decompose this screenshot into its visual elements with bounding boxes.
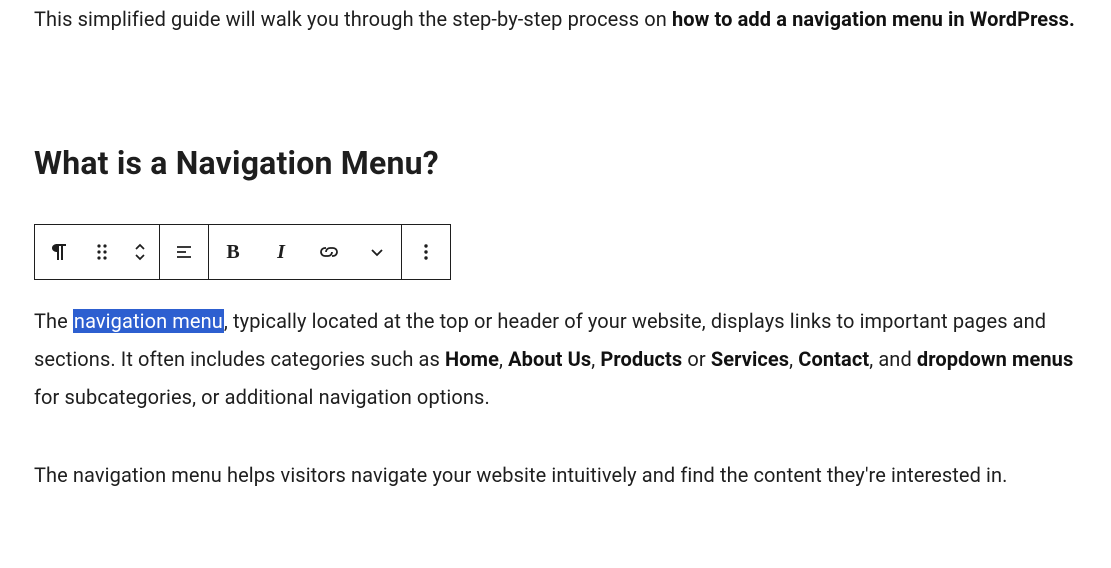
toolbar-group-options — [401, 225, 450, 279]
p1-b1: Home — [445, 347, 499, 371]
p1-t5: or — [682, 347, 711, 371]
p1-b2: About Us — [508, 347, 591, 371]
followup-paragraph: The navigation menu helps visitors navig… — [34, 456, 1077, 494]
p1-t8: for subcategories, or additional navigat… — [34, 385, 490, 409]
chevron-down-icon — [365, 240, 389, 264]
italic-button[interactable]: I — [257, 225, 305, 279]
paragraph-icon — [47, 240, 71, 264]
toolbar-group-block — [35, 225, 159, 279]
options-button[interactable] — [402, 225, 450, 279]
p1-b5: Contact — [798, 347, 869, 371]
p1-t4: , — [591, 347, 600, 371]
bold-button[interactable]: B — [209, 225, 257, 279]
bold-icon: B — [226, 233, 239, 271]
p1-t6: , — [789, 347, 798, 371]
intro-paragraph: This simplified guide will walk you thro… — [34, 0, 1077, 38]
drag-handle[interactable] — [83, 225, 121, 279]
more-vertical-icon — [414, 240, 438, 264]
intro-bold: how to add a navigation menu in WordPres… — [672, 7, 1075, 31]
link-icon — [317, 240, 341, 264]
link-button[interactable] — [305, 225, 353, 279]
intro-prefix: This simplified guide will walk you thro… — [34, 7, 672, 31]
definition-paragraph[interactable]: The navigation menu, typically located a… — [34, 302, 1077, 416]
drag-icon — [90, 240, 114, 264]
p1-t1: The — [34, 309, 73, 333]
move-buttons[interactable] — [121, 225, 159, 279]
block-toolbar: B I — [34, 224, 451, 280]
p1-t3: , — [499, 347, 508, 371]
p1-b3: Products — [600, 347, 682, 371]
align-button[interactable] — [160, 225, 208, 279]
paragraph-block-button[interactable] — [35, 225, 83, 279]
p1-b6: dropdown menus — [917, 347, 1073, 371]
section-heading: What is a Navigation Menu? — [34, 133, 1077, 194]
align-left-icon — [172, 240, 196, 264]
more-format-dropdown[interactable] — [353, 225, 401, 279]
p1-t7: , and — [869, 347, 917, 371]
selected-text[interactable]: navigation menu — [73, 309, 224, 333]
toolbar-group-align — [159, 225, 208, 279]
p1-b4: Services — [711, 347, 789, 371]
move-updown-icon — [128, 240, 152, 264]
toolbar-group-format: B I — [208, 225, 401, 279]
italic-icon: I — [277, 233, 285, 271]
